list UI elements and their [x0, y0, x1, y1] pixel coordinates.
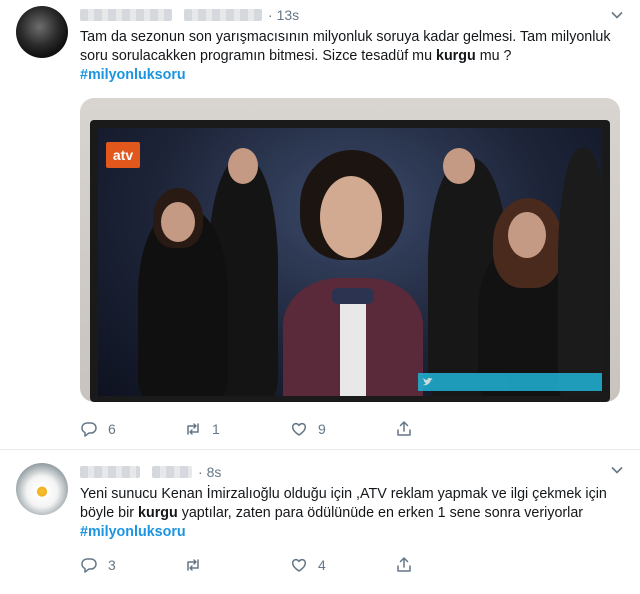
tweet-header: · 8s	[80, 463, 221, 481]
like-count: 9	[318, 421, 326, 437]
tweet-time[interactable]: · 13s	[268, 7, 299, 23]
tweet: · 13s Tam da sezonun son yarışmacısının …	[0, 0, 640, 450]
tweet-header: · 13s	[80, 6, 299, 24]
reply-count: 3	[108, 557, 116, 573]
tweet-time[interactable]: · 8s	[198, 464, 221, 480]
tweet-actions: 3 4	[80, 556, 620, 576]
tweet: · 8s Yeni sunucu Kenan İmirzalıoğlu oldu…	[0, 451, 640, 594]
author-handle-blurred[interactable]	[152, 466, 192, 478]
reply-button[interactable]: 6	[80, 420, 116, 438]
caret-down-icon[interactable]	[610, 463, 624, 477]
retweet-icon	[187, 423, 199, 435]
share-icon	[397, 421, 411, 436]
retweet-count: 1	[212, 421, 220, 437]
twitter-bird-icon	[423, 377, 433, 386]
reply-button[interactable]: 3	[80, 556, 116, 574]
author-handle-blurred[interactable]	[184, 9, 262, 21]
share-icon	[397, 557, 411, 572]
tv-frame: atv	[90, 120, 610, 402]
avatar[interactable]	[16, 6, 68, 58]
like-icon	[291, 558, 307, 572]
retweet-button[interactable]: 1	[184, 420, 220, 438]
share-button[interactable]	[395, 556, 413, 574]
tweet-text: Tam da sezonun son yarışmacısının milyon…	[80, 29, 611, 83]
tweet-media-image[interactable]: atv	[80, 98, 620, 402]
caret-down-icon[interactable]	[610, 8, 624, 22]
tweet-actions: 6 1 9	[80, 420, 620, 440]
reply-icon	[81, 422, 97, 437]
keyword: kurgu	[138, 505, 178, 521]
tweet-text: Yeni sunucu Kenan İmirzalıoğlu olduğu iç…	[80, 486, 607, 540]
avatar[interactable]	[16, 463, 68, 515]
keyword: kurgu	[436, 48, 476, 64]
like-icon	[291, 422, 307, 436]
author-name-blurred[interactable]	[80, 9, 172, 21]
like-count: 4	[318, 557, 326, 573]
retweet-button[interactable]	[184, 556, 212, 574]
tv-screen: atv	[98, 128, 602, 396]
hashtag-link[interactable]: #milyonluksoru	[80, 524, 186, 540]
like-button[interactable]: 9	[290, 420, 326, 438]
tv-hashtag-banner	[418, 373, 602, 391]
reply-icon	[81, 558, 97, 573]
share-button[interactable]	[395, 420, 413, 438]
like-button[interactable]: 4	[290, 556, 326, 574]
hashtag-link[interactable]: #milyonluksoru	[80, 67, 186, 83]
reply-count: 6	[108, 421, 116, 437]
retweet-icon	[187, 559, 199, 571]
author-name-blurred[interactable]	[80, 466, 140, 478]
atv-logo: atv	[106, 142, 140, 168]
